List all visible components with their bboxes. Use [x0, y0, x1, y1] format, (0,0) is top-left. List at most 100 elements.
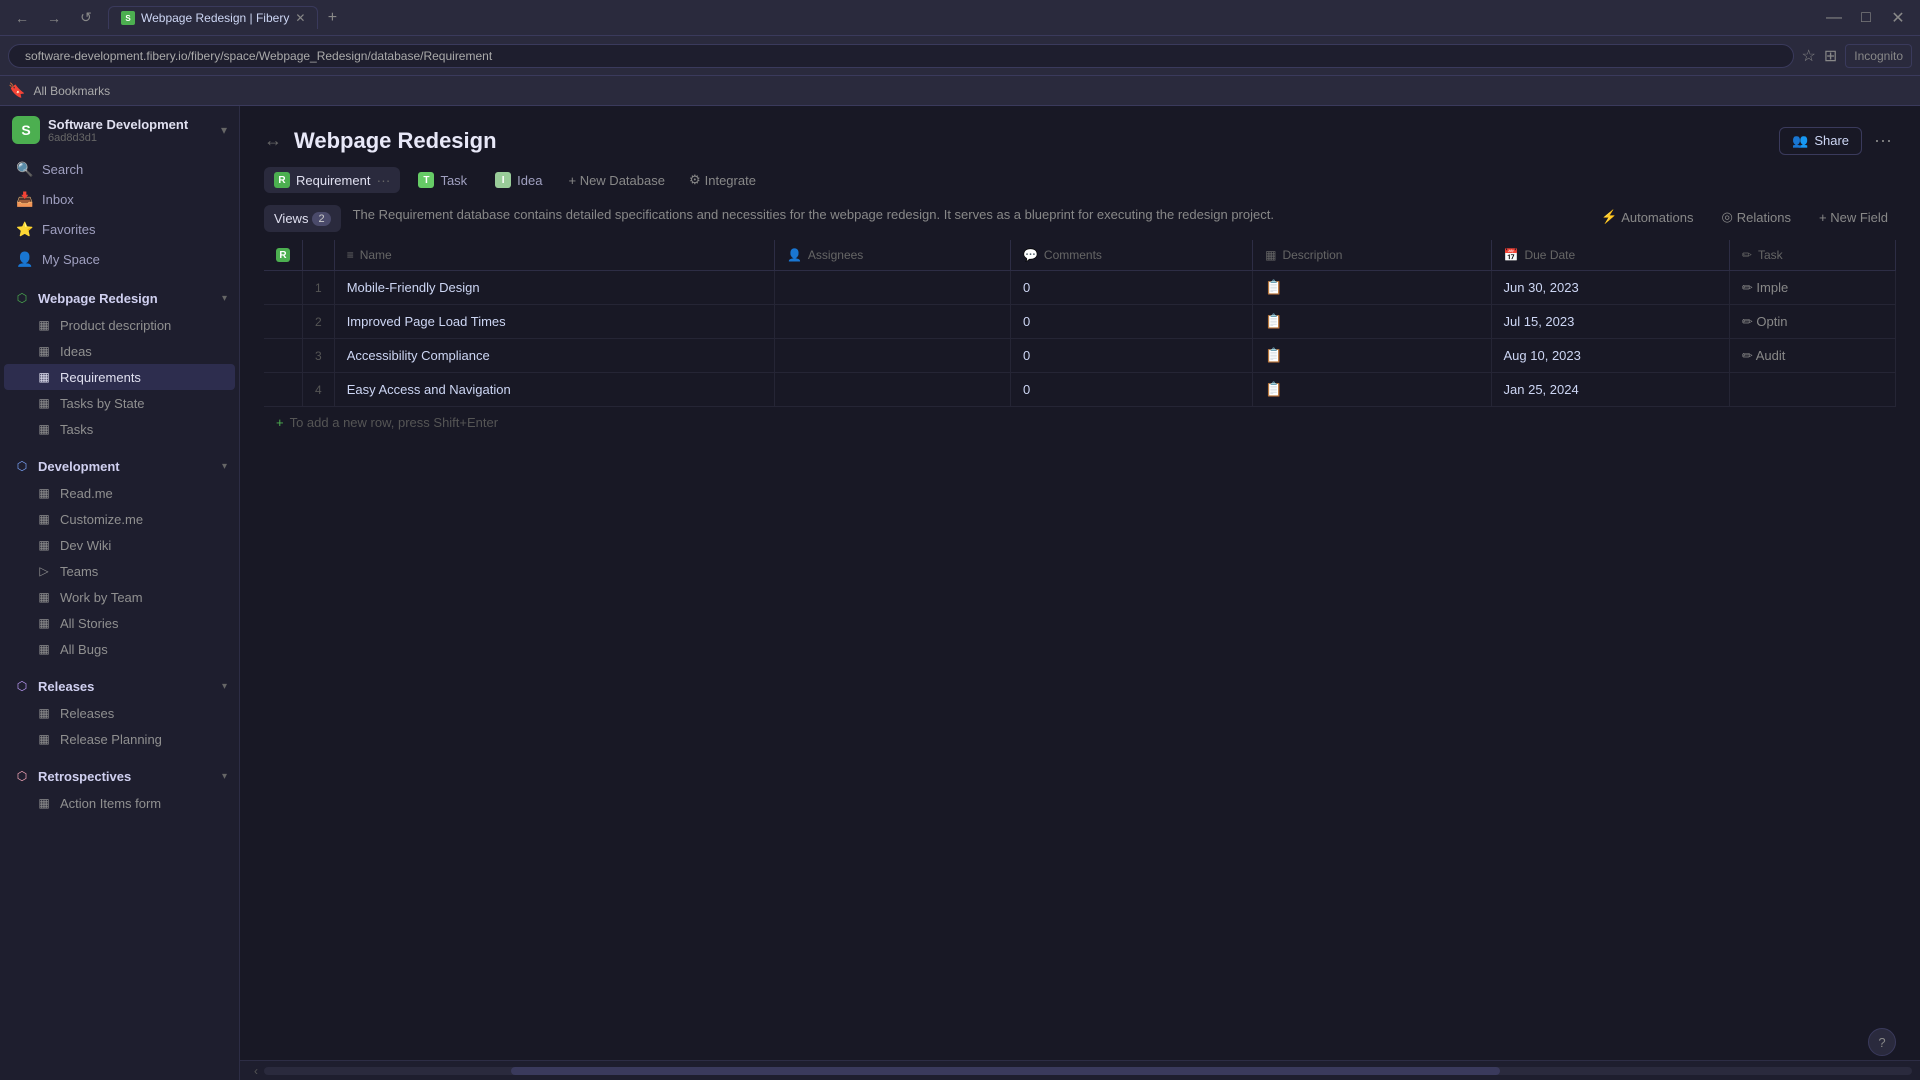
sidebar-item-work-by-team[interactable]: ▦ Work by Team: [4, 584, 235, 610]
sidebar-item-inbox[interactable]: 📥 Inbox: [4, 184, 235, 214]
row-due-date: Jun 30, 2023: [1491, 271, 1729, 305]
ideas-label: Ideas: [60, 344, 92, 359]
row-name[interactable]: Accessibility Compliance: [334, 339, 774, 373]
new-database-button[interactable]: + New Database: [560, 168, 672, 193]
new-field-button[interactable]: + New Field: [1811, 206, 1896, 229]
back-forward-btn[interactable]: ↔: [264, 130, 282, 151]
tab-task[interactable]: T Task: [408, 167, 477, 193]
bookmark-icon[interactable]: ☆: [1802, 46, 1816, 66]
workspace-name: Software Development: [48, 117, 213, 132]
row-assignees[interactable]: [774, 305, 1010, 339]
sidebar-item-release-planning[interactable]: ▦ Release Planning: [4, 726, 235, 752]
section-header-webpage-redesign[interactable]: ⬡ Webpage Redesign ▾: [0, 282, 239, 312]
row-task[interactable]: ✏ Audit: [1729, 339, 1895, 373]
window-close[interactable]: ✕: [1884, 4, 1912, 32]
row-task[interactable]: ✏ Imple: [1729, 271, 1895, 305]
sidebar-item-all-stories[interactable]: ▦ All Stories: [4, 610, 235, 636]
share-button[interactable]: 👥 Share: [1779, 127, 1862, 155]
row-assignees[interactable]: [774, 271, 1010, 305]
col-due-date[interactable]: 📅 Due Date: [1491, 240, 1729, 271]
workspace-header[interactable]: S Software Development 6ad8d3d1 ▾: [0, 106, 239, 154]
table-row[interactable]: 2 Improved Page Load Times 0 📋 Jul 15, 2…: [264, 305, 1896, 339]
sidebar-item-dev-wiki[interactable]: ▦ Dev Wiki: [4, 532, 235, 558]
sidebar-item-favorites[interactable]: ⭐ Favorites: [4, 214, 235, 244]
section-header-development[interactable]: ⬡ Development ▾: [0, 450, 239, 480]
views-button[interactable]: Views 2: [264, 205, 341, 232]
section-header-releases[interactable]: ⬡ Releases ▾: [0, 670, 239, 700]
back-button[interactable]: ←: [8, 4, 36, 32]
all-stories-icon: ▦: [36, 615, 52, 631]
sidebar-item-product-description[interactable]: ▦ Product description: [4, 312, 235, 338]
window-maximize[interactable]: □: [1852, 4, 1880, 32]
description-col-icon: ▦: [1265, 248, 1276, 262]
row-task[interactable]: [1729, 373, 1895, 407]
reload-button[interactable]: ↺: [72, 4, 100, 32]
browser-controls: ← → ↺: [8, 4, 100, 32]
row-comments: 0: [1010, 271, 1252, 305]
table-row[interactable]: 3 Accessibility Compliance 0 📋 Aug 10, 2…: [264, 339, 1896, 373]
new-tab-button[interactable]: +: [320, 6, 344, 30]
sidebar-item-action-items[interactable]: ▦ Action Items form: [4, 790, 235, 816]
url-text: software-development.fibery.io/fibery/sp…: [25, 49, 492, 63]
sidebar-item-readme[interactable]: ▦ Read.me: [4, 480, 235, 506]
forward-button[interactable]: →: [40, 4, 68, 32]
col-name[interactable]: ≡ Name: [334, 240, 774, 271]
name-col-icon: ≡: [347, 248, 354, 262]
all-bugs-label: All Bugs: [60, 642, 108, 657]
add-row-hint[interactable]: + To add a new row, press Shift+Enter: [264, 407, 1896, 438]
layout-icon[interactable]: ⊞: [1824, 46, 1837, 66]
req-more-icon[interactable]: ···: [376, 172, 390, 188]
col-task[interactable]: ✏ Task: [1729, 240, 1895, 271]
tab-requirement[interactable]: R Requirement ···: [264, 167, 400, 193]
sidebar-item-requirements[interactable]: ▦ Requirements: [4, 364, 235, 390]
sidebar-item-releases[interactable]: ▦ Releases: [4, 700, 235, 726]
col-row-indicator: R: [264, 240, 303, 271]
row-name[interactable]: Easy Access and Navigation: [334, 373, 774, 407]
col-assignees[interactable]: 👤 Assignees: [774, 240, 1010, 271]
description-col-label: Description: [1282, 248, 1342, 262]
sidebar-item-tasks-by-state[interactable]: ▦ Tasks by State: [4, 390, 235, 416]
help-button[interactable]: ?: [1868, 1028, 1896, 1056]
releases-icon: ▦: [36, 705, 52, 721]
section-header-retrospectives[interactable]: ⬡ Retrospectives ▾: [0, 760, 239, 790]
page-header: ↔ Webpage Redesign 👥 Share ···: [240, 106, 1920, 155]
automations-button[interactable]: ⚡ Automations: [1593, 205, 1701, 229]
teams-icon: ▷: [36, 563, 52, 579]
section-name-webpage-redesign: Webpage Redesign: [38, 291, 216, 306]
more-options-button[interactable]: ···: [1870, 126, 1896, 155]
sidebar-item-customize[interactable]: ▦ Customize.me: [4, 506, 235, 532]
row-assignees[interactable]: [774, 373, 1010, 407]
sidebar-item-tasks[interactable]: ▦ Tasks: [4, 416, 235, 442]
table-row[interactable]: 4 Easy Access and Navigation 0 📋 Jan 25,…: [264, 373, 1896, 407]
all-bookmarks-label[interactable]: All Bookmarks: [33, 84, 110, 98]
add-row-text: To add a new row, press Shift+Enter: [290, 415, 498, 430]
row-name[interactable]: Mobile-Friendly Design: [334, 271, 774, 305]
integrate-button[interactable]: ⚙ Integrate: [681, 167, 764, 193]
col-description[interactable]: ▦ Description: [1253, 240, 1491, 271]
row-name[interactable]: Improved Page Load Times: [334, 305, 774, 339]
sidebar-item-all-bugs[interactable]: ▦ All Bugs: [4, 636, 235, 662]
tab-idea[interactable]: I Idea: [485, 167, 552, 193]
table-row[interactable]: 1 Mobile-Friendly Design 0 📋 Jun 30, 202…: [264, 271, 1896, 305]
action-items-icon: ▦: [36, 795, 52, 811]
col-comments[interactable]: 💬 Comments: [1010, 240, 1252, 271]
row-task[interactable]: ✏ Optin: [1729, 305, 1895, 339]
relations-button[interactable]: ◎ Relations: [1713, 205, 1799, 229]
workspace-id: 6ad8d3d1: [48, 132, 213, 144]
sidebar-item-search[interactable]: 🔍 Search: [4, 154, 235, 184]
sidebar-item-my-space[interactable]: 👤 My Space: [4, 244, 235, 274]
sidebar-item-teams[interactable]: ▷ Teams: [4, 558, 235, 584]
scroll-track[interactable]: [264, 1067, 1912, 1075]
ideas-icon: ▦: [36, 343, 52, 359]
active-tab[interactable]: S Webpage Redesign | Fibery ✕: [108, 6, 318, 29]
row-assignees[interactable]: [774, 339, 1010, 373]
tab-close-icon[interactable]: ✕: [295, 11, 305, 25]
table-container[interactable]: R ≡ Name 👤: [240, 240, 1920, 1060]
scroll-left-icon[interactable]: ‹: [248, 1064, 264, 1078]
row-indicator-cell: [264, 271, 303, 305]
window-controls: — □ ✕: [1820, 4, 1912, 32]
bottom-scrollbar[interactable]: ‹: [240, 1060, 1920, 1080]
window-minimize[interactable]: —: [1820, 4, 1848, 32]
sidebar-item-ideas[interactable]: ▦ Ideas: [4, 338, 235, 364]
address-bar[interactable]: software-development.fibery.io/fibery/sp…: [8, 44, 1794, 68]
